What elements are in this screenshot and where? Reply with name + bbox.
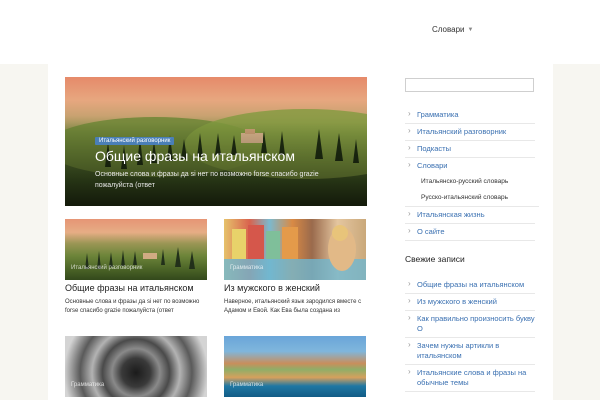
post-thumbnail[interactable]: Грамматика: [224, 219, 366, 280]
featured-post-excerpt: Основные слова и фразы да si нет по возм…: [95, 171, 319, 189]
submenu-item-it-ru[interactable]: Итальянско-русский словарь: [405, 174, 539, 190]
post-category: Грамматика: [71, 382, 105, 388]
recent-posts-title: Свежие записи: [405, 254, 465, 264]
recent-post-link[interactable]: Итальянские слова и фразы на обычные тем…: [405, 365, 535, 392]
post-title[interactable]: Из мужского в женский: [224, 283, 374, 293]
submenu-item-ru-it[interactable]: Русско-итальянский словарь: [405, 190, 539, 207]
site-header: Словари ▼: [0, 0, 600, 64]
menu-item-grammar[interactable]: Грамматика: [405, 107, 535, 124]
menu-item-podcasts[interactable]: Подкасты: [405, 141, 535, 158]
recent-post-link[interactable]: Общие фразы на итальянском: [405, 277, 535, 294]
post-thumbnail[interactable]: Грамматика: [65, 336, 207, 397]
nav-item-dictionaries[interactable]: Словари ▼: [432, 25, 473, 34]
menu-item-dictionaries[interactable]: Словари: [405, 158, 535, 174]
recent-post-link[interactable]: Как правильно произносить букву О: [405, 311, 535, 338]
featured-post-title[interactable]: Общие фразы на итальянском: [95, 148, 295, 164]
recent-post-link[interactable]: Зачем нужны артикли в итальянском: [405, 338, 535, 365]
menu-item-about[interactable]: О сайте: [405, 224, 535, 241]
nav-item-label: Словари: [432, 25, 465, 34]
post-excerpt: Основные слова и фразы да si нет по возм…: [65, 299, 200, 314]
post-title[interactable]: Общие фразы на итальянском: [65, 283, 215, 293]
category-menu: Грамматика Итальянский разговорник Подка…: [405, 107, 539, 241]
menu-item-phrasebook[interactable]: Итальянский разговорник: [405, 124, 535, 141]
post-thumbnail[interactable]: Грамматика: [224, 336, 366, 397]
post-excerpt: Наверное, итальянский язык зародился вме…: [224, 299, 362, 314]
search-input[interactable]: [405, 78, 534, 92]
post-thumbnail[interactable]: Итальянский разговорник: [65, 219, 207, 280]
post-category: Итальянский разговорник: [71, 265, 143, 271]
recent-posts-list: Общие фразы на итальянском Из мужского в…: [405, 277, 535, 392]
chevron-down-icon: ▼: [467, 26, 474, 33]
category-tag[interactable]: Итальянский разговорник: [95, 137, 175, 145]
recent-post-link[interactable]: Из мужского в женский: [405, 294, 535, 311]
menu-item-italian-life[interactable]: Итальянская жизнь: [405, 207, 535, 224]
featured-post[interactable]: Итальянский разговорник Общие фразы на и…: [65, 77, 367, 206]
post-category: Грамматика: [230, 382, 264, 388]
post-category: Грамматика: [230, 265, 264, 271]
